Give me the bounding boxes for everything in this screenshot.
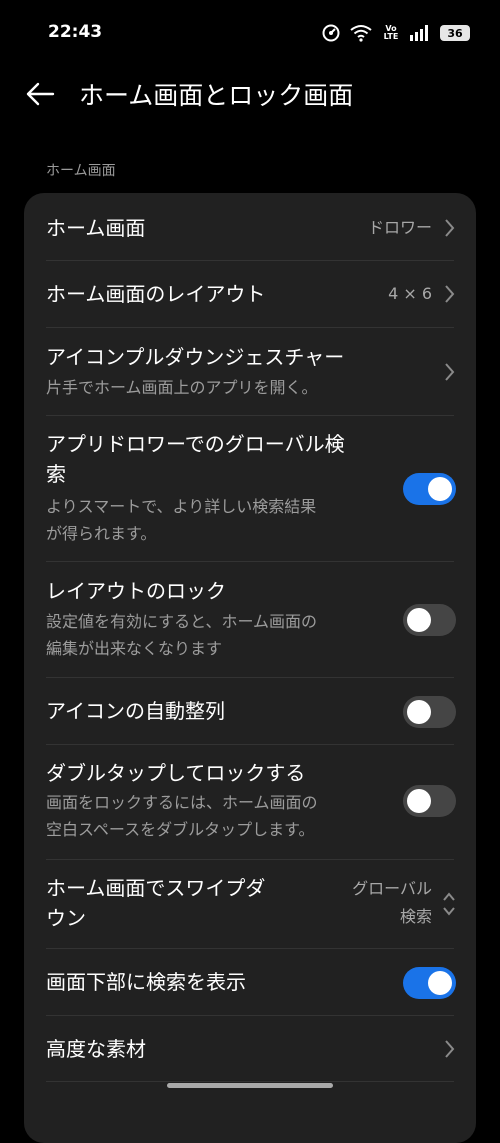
row-subtitle: よりスマートで、より詳しい検索結果 — [46, 497, 317, 516]
arrow-left-icon — [26, 82, 55, 106]
auto-align-toggle[interactable] — [403, 696, 456, 728]
setting-home-screen[interactable]: ホーム画面 ドロワー — [24, 193, 476, 261]
signal-icon — [410, 25, 430, 41]
layout-lock-toggle[interactable] — [403, 604, 456, 636]
row-title: 高度な素材 — [46, 1037, 146, 1061]
chevron-right-icon — [445, 219, 455, 237]
battery-icon: 36 — [440, 25, 470, 41]
show-search-bottom-toggle[interactable] — [403, 967, 456, 999]
row-title: ホーム画面 — [46, 216, 146, 240]
row-title: アイコンプルダウンジェスチャー — [46, 345, 345, 369]
row-value: ドロワー — [367, 218, 432, 237]
global-search-toggle[interactable] — [403, 473, 456, 505]
setting-icon-auto-align: アイコンの自動整列 — [24, 678, 476, 745]
double-tap-lock-toggle[interactable] — [403, 785, 456, 817]
setting-home-layout[interactable]: ホーム画面のレイアウト 4 × 6 — [24, 261, 476, 328]
data-saver-icon — [322, 24, 340, 42]
row-subtitle: 画面をロックするには、ホーム画面の — [46, 793, 318, 812]
setting-icon-pulldown-gesture[interactable]: アイコンプルダウンジェスチャー 片手でホーム画面上のアプリを開く。 — [24, 328, 476, 416]
home-indicator[interactable] — [167, 1083, 333, 1088]
chevron-right-icon — [445, 1040, 455, 1058]
row-value: グローバル — [352, 879, 432, 898]
row-value-line2: 検索 — [399, 907, 432, 926]
setting-layout-lock: レイアウトのロック 設定値を有効にすると、ホーム画面の 編集が出来なくなります — [24, 562, 476, 678]
row-title: レイアウトのロック — [46, 579, 226, 603]
row-title: 画面下部に検索を表示 — [46, 970, 246, 994]
volte-icon: Vo LTE — [383, 24, 399, 41]
row-subtitle-line2: 空白スペースをダブルタップします。 — [46, 820, 315, 839]
row-subtitle: 片手でホーム画面上のアプリを開く。 — [46, 378, 318, 397]
header: ホーム画面とロック画面 — [0, 66, 500, 122]
row-title: ホーム画面のレイアウト — [46, 282, 266, 306]
setting-show-search-bottom: 画面下部に検索を表示 — [24, 949, 476, 1016]
back-button[interactable] — [20, 74, 60, 114]
setting-double-tap-lock: ダブルタップしてロックする 画面をロックするには、ホーム画面の 空白スペースをダ… — [24, 745, 476, 860]
section-label: ホーム画面 — [46, 163, 116, 179]
status-bar: 22:43 Vo LTE 36 — [0, 0, 500, 66]
setting-drawer-global-search: アプリドロワーでのグローバル検 索 よりスマートで、より詳しい検索結果 が得られ… — [24, 416, 476, 562]
chevron-right-icon — [445, 285, 455, 303]
setting-advanced-materials[interactable]: 高度な素材 — [24, 1016, 476, 1082]
page-title: ホーム画面とロック画面 — [79, 81, 354, 110]
row-title: ホーム画面でスワイプダ — [46, 876, 266, 900]
row-title: ダブルタップしてロックする — [46, 761, 306, 785]
status-icons: Vo LTE 36 — [322, 20, 470, 46]
row-title: アプリドロワーでのグローバル検 — [46, 432, 345, 456]
row-title-line2: 索 — [46, 462, 66, 486]
row-subtitle-line2: が得られます。 — [46, 524, 157, 543]
row-subtitle: 設定値を有効にすると、ホーム画面の — [46, 612, 318, 631]
wifi-icon — [350, 24, 372, 42]
row-value: 4 × 6 — [388, 284, 432, 303]
row-subtitle-line2: 編集が出来なくなります — [46, 639, 223, 658]
row-title: アイコンの自動整列 — [46, 699, 225, 723]
chevron-up-down-icon — [443, 892, 455, 916]
setting-swipe-down[interactable]: ホーム画面でスワイプダ ウン グローバル 検索 — [24, 860, 476, 949]
settings-card: ホーム画面 ドロワー ホーム画面のレイアウト 4 × 6 アイコンプルダウンジェ… — [24, 193, 476, 1143]
chevron-right-icon — [445, 363, 455, 381]
status-time: 22:43 — [48, 22, 103, 42]
row-title-line2: ウン — [46, 906, 86, 930]
